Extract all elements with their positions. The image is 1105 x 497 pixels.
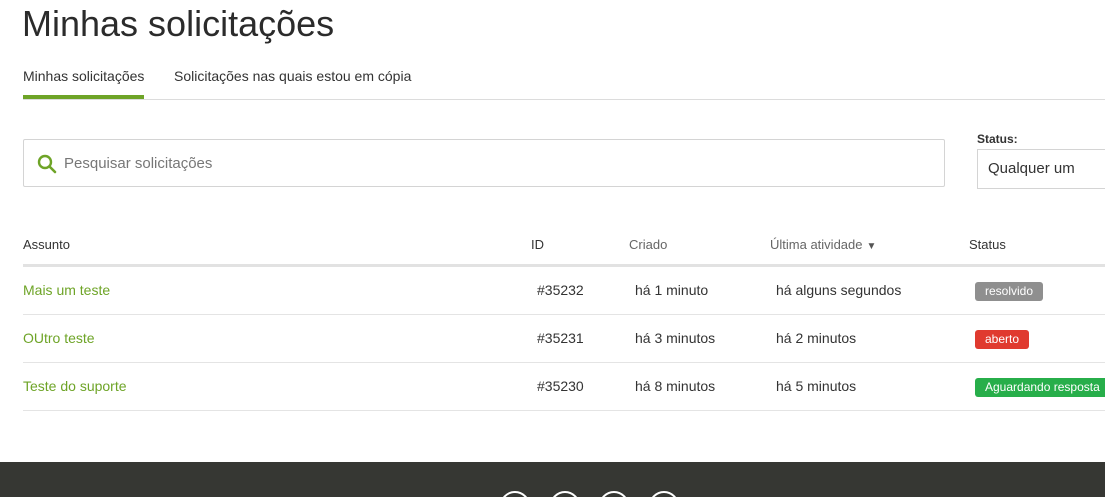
search-input[interactable] [64, 140, 924, 186]
request-subject-link[interactable]: Teste do suporte [23, 363, 127, 410]
status-filter-select[interactable]: Qualquer um [977, 149, 1105, 189]
request-subject-link[interactable]: Mais um teste [23, 267, 110, 314]
page-title: Minhas solicitações [22, 3, 335, 44]
status-badge: aberto [975, 329, 1030, 349]
tab-cc-requests[interactable]: Solicitações nas quais estou em cópia [174, 56, 411, 97]
footer [0, 462, 1105, 497]
status-filter-label: Status: [977, 132, 1018, 146]
request-subject-link[interactable]: OUtro teste [23, 315, 95, 362]
table-row: Mais um teste #35232 há 1 minuto há algu… [23, 267, 1105, 315]
request-id: #35232 [537, 282, 584, 298]
page: Minhas solicitações Minhas solicitações … [0, 0, 1105, 497]
request-id: #35230 [537, 378, 584, 394]
request-created: há 3 minutos [635, 330, 716, 346]
header-subject[interactable]: Assunto [23, 226, 70, 264]
requests-table: Assunto ID Criado Última atividade ▼ Stat… [23, 226, 1105, 411]
request-status-cell: resolvido [975, 267, 1044, 314]
table-row: Teste do suporte #35230 há 8 minutos há … [23, 363, 1105, 411]
request-created: há 8 minutos [635, 378, 716, 394]
header-last-activity[interactable]: Última atividade ▼ [770, 226, 876, 266]
header-created[interactable]: Criado [629, 226, 667, 264]
search-box[interactable] [23, 139, 945, 187]
tab-my-requests[interactable]: Minhas solicitações [23, 56, 145, 99]
youtube-icon[interactable] [649, 491, 679, 497]
search-icon [37, 154, 57, 174]
header-last-activity-label: Última atividade [770, 237, 863, 252]
request-created: há 1 minuto [635, 282, 709, 298]
request-status-cell: Aguardando resposta [975, 363, 1105, 410]
facebook-icon[interactable] [500, 491, 530, 497]
request-last-activity: há 2 minutos [776, 330, 857, 346]
request-id: #35231 [537, 330, 584, 346]
twitter-icon[interactable] [550, 491, 580, 497]
sort-desc-icon: ▼ [866, 241, 877, 252]
request-status-cell: aberto [975, 315, 1030, 362]
table-row: OUtro teste #35231 há 3 minutos há 2 min… [23, 315, 1105, 363]
request-last-activity: há 5 minutos [776, 378, 857, 394]
instagram-icon[interactable] [599, 491, 629, 497]
header-status[interactable]: Status [969, 226, 1006, 264]
status-badge: Aguardando resposta [975, 377, 1105, 397]
table-header: Assunto ID Criado Última atividade ▼ Stat… [23, 226, 1105, 267]
header-id[interactable]: ID [531, 226, 544, 264]
tab-bar: Minhas solicitações Solicitações nas qua… [23, 56, 1105, 100]
status-badge: resolvido [975, 281, 1044, 301]
request-last-activity: há alguns segundos [776, 282, 902, 298]
